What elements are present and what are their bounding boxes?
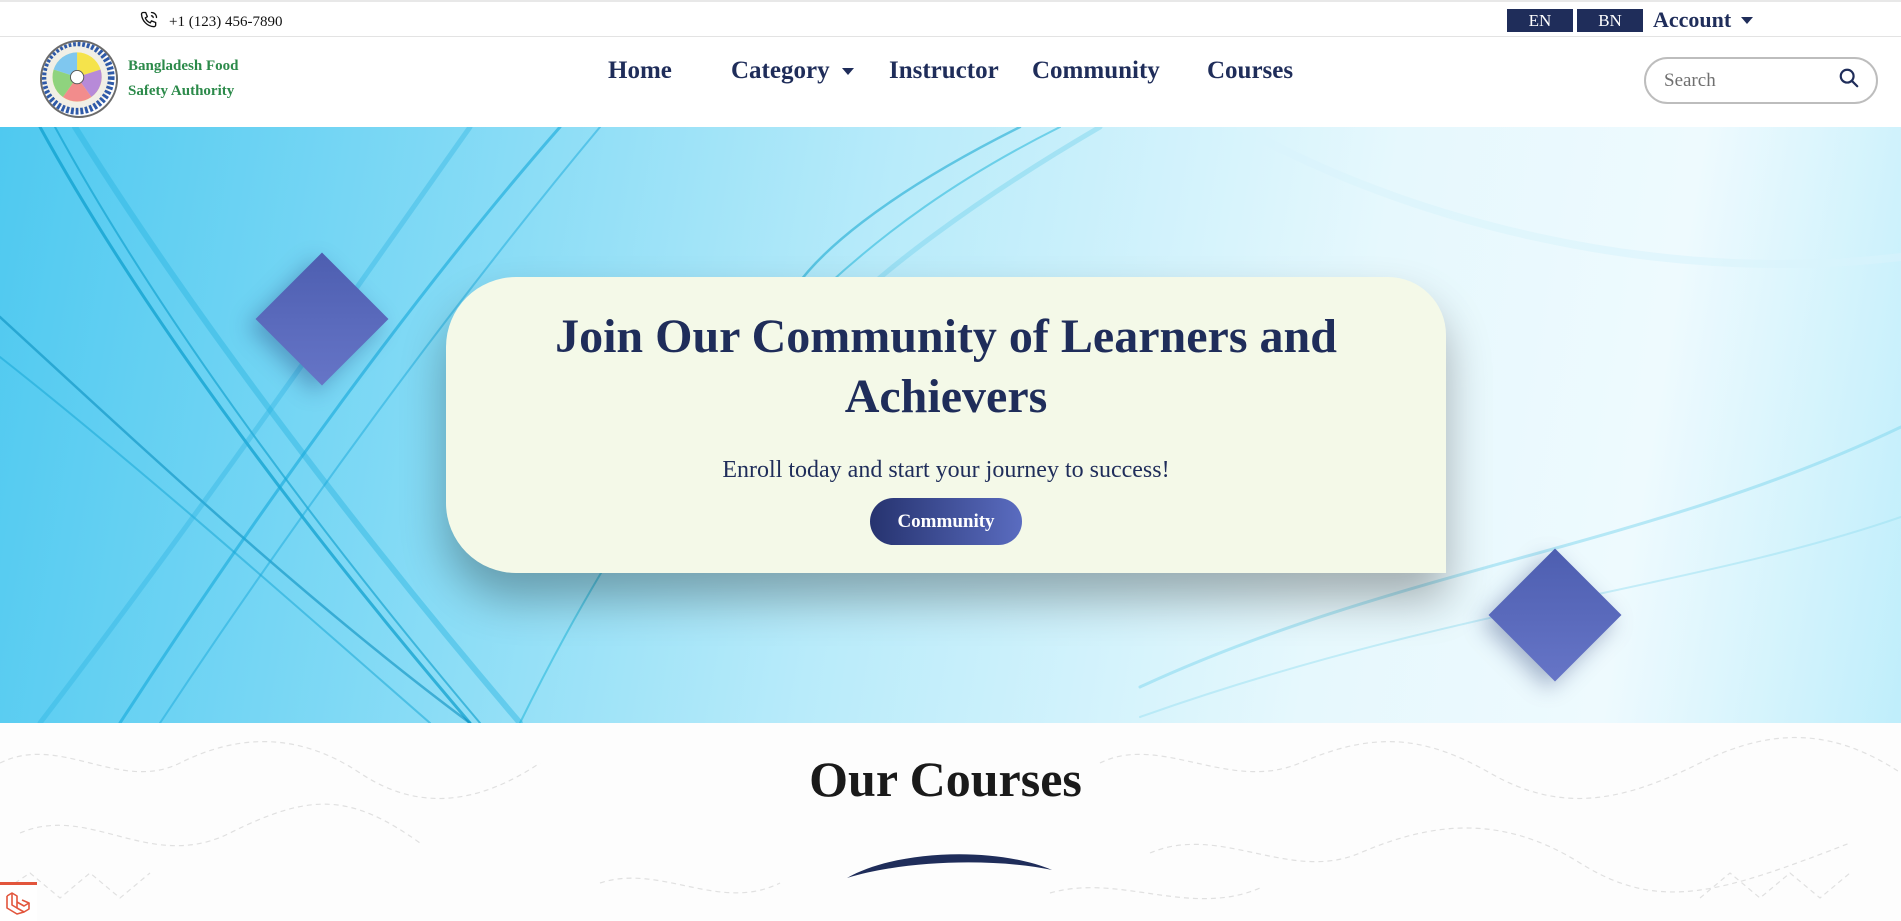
- phone-contact[interactable]: +1 (123) 456-7890: [139, 10, 282, 35]
- language-en-button[interactable]: EN: [1507, 9, 1573, 32]
- bfsa-logo[interactable]: [40, 40, 118, 118]
- laravel-debug-icon[interactable]: [0, 882, 37, 921]
- community-button[interactable]: Community: [870, 498, 1022, 545]
- search-box: [1644, 57, 1878, 104]
- nav-home[interactable]: Home: [608, 57, 672, 85]
- chevron-down-icon: [841, 67, 854, 75]
- account-dropdown[interactable]: Account: [1653, 7, 1754, 33]
- hero-title: Join Our Community of Learners and Achie…: [555, 310, 1337, 423]
- brand-name[interactable]: Bangladesh Food Safety Authority: [128, 54, 238, 104]
- title-underline-swoosh: [847, 854, 1052, 878]
- search-icon[interactable]: [1838, 67, 1860, 94]
- nav-community[interactable]: Community: [1032, 57, 1160, 85]
- top-bar: +1 (123) 456-7890 EN BN Account: [0, 0, 1901, 37]
- phone-number: +1 (123) 456-7890: [169, 14, 283, 30]
- hero-card: Join Our Community of Learners and Achie…: [446, 277, 1446, 573]
- courses-title: Our Courses: [809, 751, 1082, 807]
- nav-instructor[interactable]: Instructor: [889, 57, 999, 85]
- search-input[interactable]: [1664, 69, 1824, 92]
- chevron-down-icon: [1741, 16, 1754, 24]
- nav-category[interactable]: Category: [731, 57, 854, 85]
- hero-subtitle: Enroll today and start your journey to s…: [722, 457, 1170, 483]
- brand-line-2: Safety Authority: [128, 83, 235, 99]
- courses-section: Our Courses: [0, 723, 1901, 921]
- language-bn-button[interactable]: BN: [1577, 9, 1643, 32]
- nav-courses[interactable]: Courses: [1207, 57, 1293, 85]
- nav-category-label: Category: [731, 57, 830, 84]
- main-navbar: Bangladesh Food Safety Authority Home Ca…: [0, 37, 1901, 127]
- hero-banner: Join Our Community of Learners and Achie…: [0, 127, 1901, 723]
- phone-icon: [139, 10, 159, 35]
- account-label: Account: [1653, 7, 1732, 32]
- brand-line-1: Bangladesh Food: [128, 58, 239, 74]
